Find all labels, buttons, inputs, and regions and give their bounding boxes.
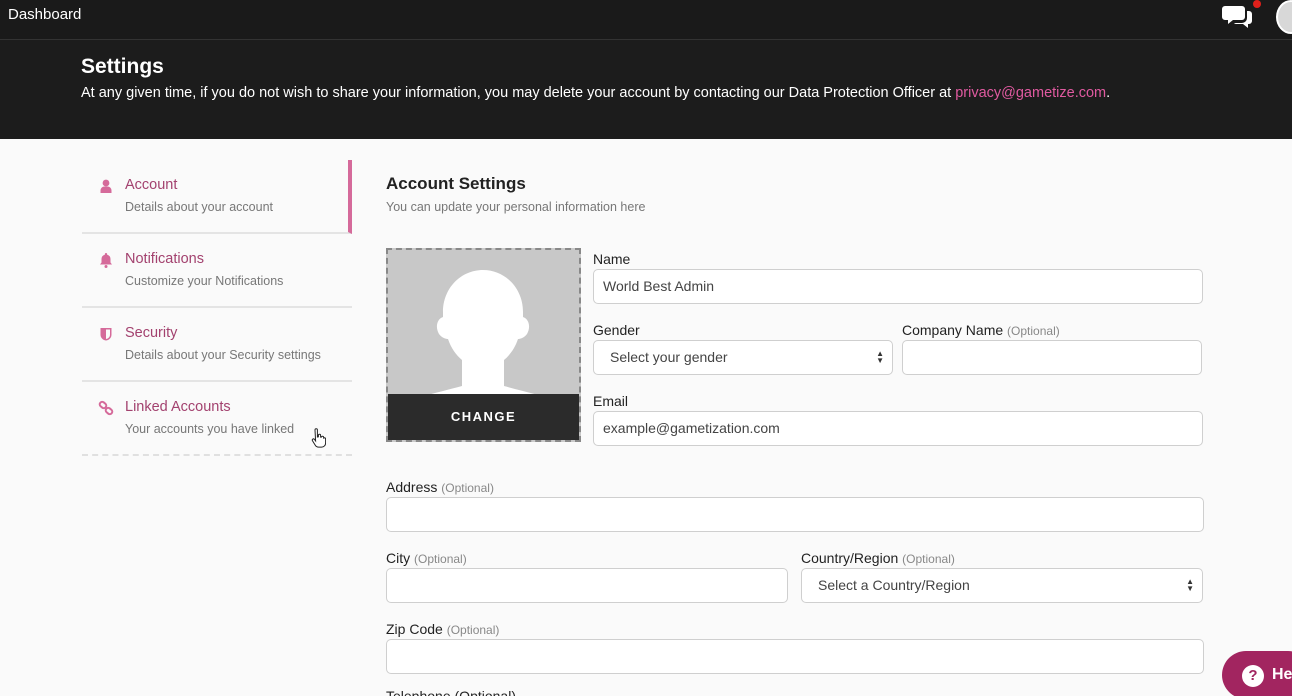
- shield-icon: [100, 328, 112, 341]
- email-input[interactable]: example@gametization.com: [593, 411, 1203, 446]
- dashboard-link[interactable]: Dashboard: [8, 6, 81, 23]
- chat-bubbles-icon[interactable]: [1222, 2, 1254, 32]
- privacy-email-link[interactable]: privacy@gametize.com: [955, 85, 1106, 101]
- city-input[interactable]: [386, 568, 788, 603]
- settings-header: Settings At any given time, if you do no…: [0, 40, 1292, 139]
- link-icon: [98, 400, 114, 416]
- sidebar-item-account[interactable]: Account Details about your account: [82, 160, 352, 234]
- address-input[interactable]: [386, 497, 1204, 532]
- user-avatar[interactable]: [1276, 0, 1292, 34]
- zip-code-input[interactable]: [386, 639, 1204, 674]
- sidebar-item-description: Details about your account: [125, 200, 274, 214]
- select-arrows-icon: ▲ ▼: [876, 349, 884, 365]
- sidebar-item-description: Customize your Notifications: [125, 274, 284, 288]
- header-description: At any given time, if you do not wish to…: [81, 85, 1111, 101]
- sidebar-item-notifications[interactable]: Notifications Customize your Notificatio…: [82, 234, 352, 308]
- settings-sidebar: Account Details about your account Notif…: [82, 160, 352, 456]
- gender-select[interactable]: Select your gender ▲ ▼: [593, 340, 893, 375]
- page-title: Settings: [81, 55, 164, 78]
- help-button[interactable]: ? He: [1222, 651, 1292, 696]
- question-icon: ?: [1242, 665, 1264, 687]
- gender-label: Gender: [593, 322, 640, 338]
- company-name-input[interactable]: [902, 340, 1202, 375]
- section-title: Account Settings: [386, 174, 526, 193]
- sidebar-item-label: Linked Accounts: [125, 399, 231, 415]
- gender-select-value: Select your gender: [610, 349, 728, 365]
- name-label: Name: [593, 251, 631, 267]
- address-label: Address (Optional): [386, 479, 494, 495]
- sidebar-item-label: Notifications: [125, 251, 204, 267]
- company-name-label: Company Name (Optional): [902, 322, 1060, 338]
- sidebar-item-label: Security: [125, 325, 178, 341]
- select-arrows-icon: ▲ ▼: [1186, 577, 1194, 593]
- zip-code-label: Zip Code (Optional): [386, 621, 500, 637]
- bell-icon: [100, 253, 112, 268]
- sidebar-item-security[interactable]: Security Details about your Security set…: [82, 308, 352, 382]
- top-bar: Dashboard: [0, 0, 1292, 40]
- country-label: Country/Region (Optional): [801, 550, 955, 566]
- country-select[interactable]: Select a Country/Region ▲ ▼: [801, 568, 1203, 603]
- sidebar-item-description: Details about your Security settings: [125, 348, 321, 362]
- telephone-label: Telephone (Optional): [386, 688, 516, 696]
- profile-photo[interactable]: CHANGE: [386, 248, 581, 442]
- name-input[interactable]: World Best Admin: [593, 269, 1203, 304]
- sidebar-item-label: Account: [125, 177, 178, 193]
- default-avatar-silhouette: [388, 250, 579, 400]
- sidebar-item-description: Your accounts you have linked: [125, 422, 295, 436]
- section-subtitle: You can update your personal information…: [386, 200, 646, 214]
- hand-cursor-icon: [311, 428, 326, 448]
- city-label: City (Optional): [386, 550, 467, 566]
- email-label: Email: [593, 393, 629, 409]
- user-icon: [100, 179, 112, 193]
- help-button-label: He: [1272, 666, 1292, 683]
- change-photo-button[interactable]: CHANGE: [388, 394, 579, 440]
- notification-dot: [1253, 0, 1261, 8]
- country-select-value: Select a Country/Region: [818, 577, 970, 593]
